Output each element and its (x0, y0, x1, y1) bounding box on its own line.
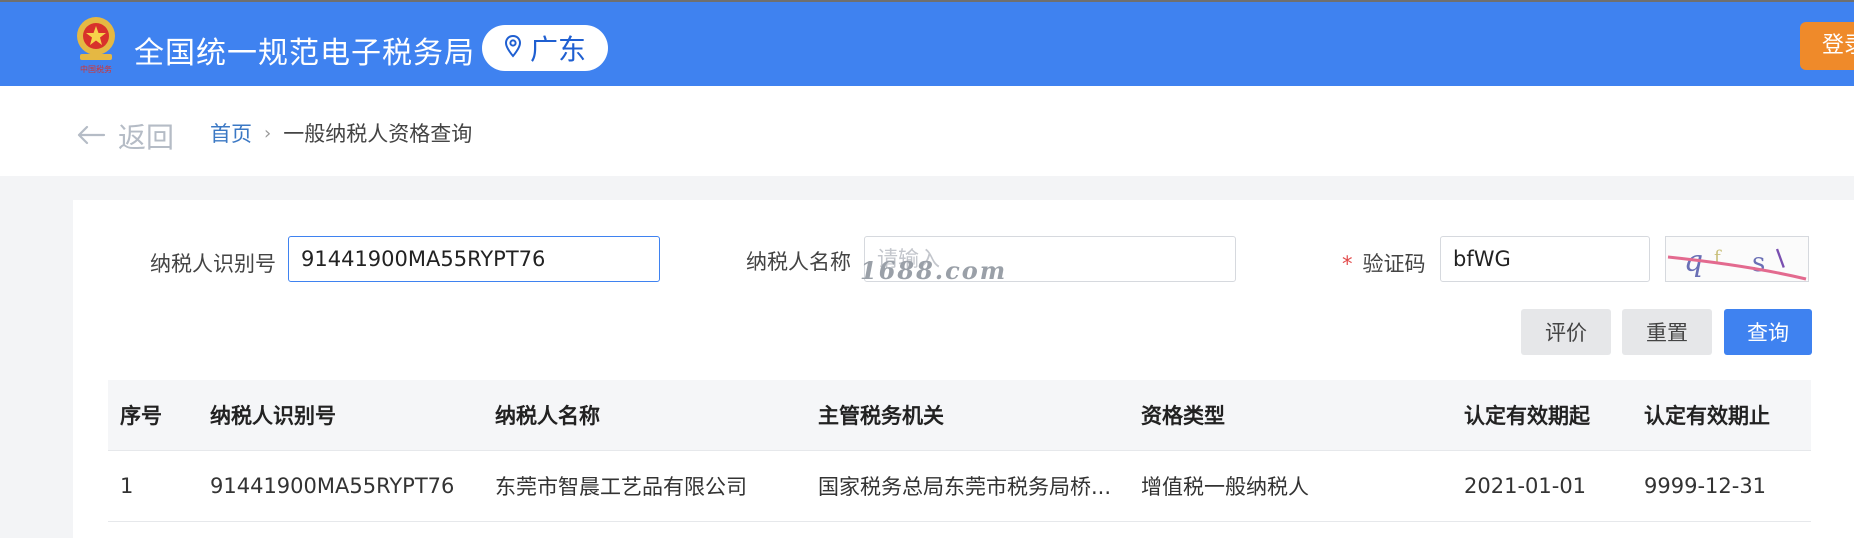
breadcrumb-current: 一般纳税人资格查询 (283, 122, 473, 146)
cell-valid-to: 9999-12-31 (1644, 474, 1767, 498)
region-label: 广东 (529, 33, 586, 66)
arrow-left-icon (76, 120, 106, 153)
table-row[interactable]: 1 91441900MA55RYPT76 东莞市智晨工艺品有限公司 国家税务总局… (108, 451, 1811, 522)
captcha-label: * 验证码 (1342, 248, 1426, 278)
cell-taxpayer-name: 东莞市智晨工艺品有限公司 (495, 475, 747, 499)
location-pin-icon (504, 32, 522, 65)
svg-text:中国税务: 中国税务 (80, 64, 112, 74)
back-button[interactable]: 返回 (76, 116, 174, 156)
search-button[interactable]: 查询 (1724, 309, 1812, 355)
captcha-image[interactable]: q f s l (1665, 236, 1809, 282)
cell-taxpayer-id: 91441900MA55RYPT76 (210, 474, 455, 498)
column-header-valid-from: 认定有效期起 (1464, 404, 1590, 428)
breadcrumb: 首页 › 一般纳税人资格查询 (210, 118, 472, 148)
column-header-index: 序号 (120, 404, 162, 428)
navigation-bar: 返回 首页 › 一般纳税人资格查询 (0, 86, 1854, 176)
column-header-taxpayer-name: 纳税人名称 (495, 404, 600, 428)
back-label: 返回 (118, 121, 175, 154)
region-selector[interactable]: 广东 (482, 25, 608, 71)
required-mark: * (1342, 252, 1353, 276)
column-header-taxpayer-id: 纳税人识别号 (210, 404, 336, 428)
cell-qualification-type: 增值税一般纳税人 (1141, 475, 1309, 499)
captcha-char: l (1773, 245, 1790, 276)
captcha-input[interactable] (1440, 236, 1650, 282)
top-header-bar: 中国税务 全国统一规范电子税务局 广东 登录 (0, 0, 1854, 86)
login-button[interactable]: 登录 (1800, 22, 1854, 70)
column-header-valid-to: 认定有效期止 (1644, 404, 1770, 428)
breadcrumb-separator: › (264, 122, 272, 144)
column-header-qualification-type: 资格类型 (1141, 404, 1225, 428)
taxpayer-id-label: 纳税人识别号 (150, 252, 276, 276)
captcha-char: s (1752, 248, 1765, 278)
cell-tax-authority: 国家税务总局东莞市税务局桥... (818, 475, 1112, 499)
taxpayer-name-label: 纳税人名称 (746, 250, 851, 274)
column-header-tax-authority: 主管税务机关 (818, 404, 944, 428)
table-header: 序号 纳税人识别号 纳税人名称 主管税务机关 资格类型 认定有效期起 认定有效期… (108, 380, 1811, 451)
result-table: 序号 纳税人识别号 纳税人名称 主管税务机关 资格类型 认定有效期起 认定有效期… (108, 380, 1811, 522)
cell-index: 1 (120, 474, 134, 498)
reset-button[interactable]: 重置 (1622, 309, 1712, 355)
cell-valid-from: 2021-01-01 (1464, 474, 1587, 498)
taxpayer-name-input[interactable] (864, 236, 1236, 282)
tax-emblem-logo: 中国税务 (70, 14, 122, 76)
taxpayer-id-input[interactable] (288, 236, 660, 282)
captcha-label-text: 验证码 (1362, 252, 1426, 276)
breadcrumb-home-link[interactable]: 首页 (210, 118, 252, 148)
evaluate-button[interactable]: 评价 (1521, 309, 1611, 355)
app-title: 全国统一规范电子税务局 (134, 36, 475, 71)
